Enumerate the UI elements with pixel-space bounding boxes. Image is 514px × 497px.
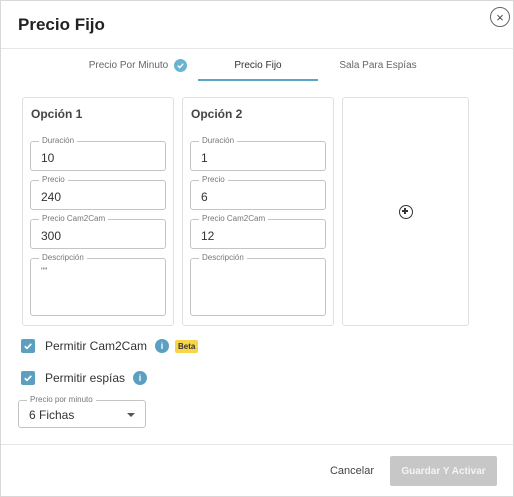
allow-spies-label: Permitir espías	[45, 371, 126, 385]
field-value: 6	[201, 190, 208, 204]
allow-cam2cam-label: Permitir Cam2Cam	[45, 339, 148, 353]
field-label: Precio	[39, 175, 68, 185]
tab-sala-para-espias[interactable]: Sala Para Espías	[319, 49, 437, 81]
save-and-activate-button[interactable]: Guardar Y Activar	[390, 456, 497, 486]
field-label: Duración	[39, 136, 78, 146]
price-field[interactable]: Precio 6	[190, 175, 326, 210]
dialog-header: Precio Fijo ×	[1, 1, 514, 49]
checkmark-icon	[24, 343, 32, 350]
allow-cam2cam-row: Permitir Cam2Cam i Beta	[21, 337, 199, 355]
description-field[interactable]: Descripción	[190, 253, 326, 316]
tab-precio-por-minuto[interactable]: Precio Por Minuto	[79, 49, 197, 81]
field-value: 1	[201, 151, 208, 165]
field-label: Descripción	[39, 253, 87, 263]
tab-label: Precio Por Minuto	[88, 59, 169, 71]
precio-fijo-dialog: Precio Fijo × Precio Por Minuto Precio F…	[0, 0, 514, 497]
field-label: Precio Cam2Cam	[199, 214, 269, 224]
chevron-down-icon	[127, 413, 135, 417]
option-card-2: Opción 2 Duración 1 Precio 6 Precio Cam2…	[182, 97, 334, 326]
allow-cam2cam-checkbox[interactable]	[21, 339, 35, 353]
field-value: 240	[41, 190, 62, 204]
checkmark-icon	[24, 375, 32, 382]
active-tab-indicator	[198, 79, 318, 81]
cam2cam-price-field[interactable]: Precio Cam2Cam 300	[30, 214, 166, 249]
price-field[interactable]: Precio 240	[30, 175, 166, 210]
select-value: 6 Fichas	[29, 408, 75, 422]
tab-label: Sala Para Espías	[339, 59, 417, 71]
completed-check-icon	[174, 58, 188, 72]
cancel-button[interactable]: Cancelar	[324, 461, 380, 481]
cam2cam-price-field[interactable]: Precio Cam2Cam 12	[190, 214, 326, 249]
allow-spies-checkbox[interactable]	[21, 371, 35, 385]
field-value: ""	[41, 266, 48, 276]
field-value: 300	[41, 229, 62, 243]
select-label: Precio por minuto	[27, 395, 96, 405]
field-label: Precio Cam2Cam	[39, 214, 109, 224]
field-value: 10	[41, 151, 55, 165]
close-icon[interactable]: ×	[490, 7, 510, 27]
dialog-title: Precio Fijo	[18, 15, 105, 34]
info-icon[interactable]: i	[133, 371, 148, 385]
option-title: Opción 2	[191, 107, 243, 121]
beta-badge: Beta	[175, 339, 199, 353]
option-title: Opción 1	[31, 107, 83, 121]
dialog-footer: Cancelar Guardar Y Activar	[1, 444, 514, 497]
field-label: Precio	[199, 175, 228, 185]
tab-precio-fijo[interactable]: Precio Fijo	[198, 49, 318, 81]
tab-bar: Precio Por Minuto Precio Fijo Sala Para …	[1, 49, 514, 83]
plus-circle-icon	[398, 204, 413, 219]
duration-field[interactable]: Duración 10	[30, 136, 166, 171]
field-label: Descripción	[199, 253, 247, 263]
allow-spies-row: Permitir espías i	[21, 369, 148, 387]
option-card-1: Opción 1 Duración 10 Precio 240 Precio C…	[22, 97, 174, 326]
field-label: Duración	[199, 136, 238, 146]
add-option-button[interactable]	[342, 97, 469, 326]
field-value: 12	[201, 229, 215, 243]
info-icon[interactable]: i	[155, 339, 170, 353]
duration-field[interactable]: Duración 1	[190, 136, 326, 171]
tab-label: Precio Fijo	[234, 59, 282, 71]
price-per-minute-select[interactable]: Precio por minuto 6 Fichas	[18, 395, 146, 428]
description-field[interactable]: Descripción ""	[30, 253, 166, 316]
